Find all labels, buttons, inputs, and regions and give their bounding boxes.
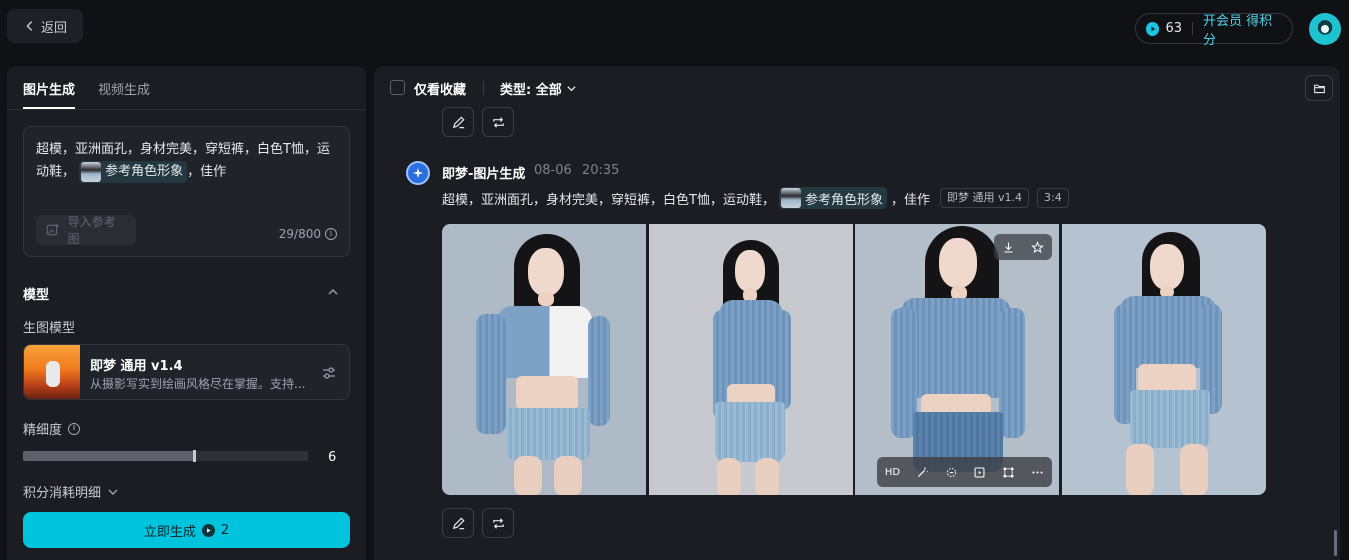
- edit-button[interactable]: [442, 107, 474, 137]
- generation-time: 20:35: [581, 163, 620, 178]
- active-tab-indicator: [23, 107, 75, 109]
- divider: [483, 81, 484, 95]
- repeat-icon: [492, 116, 504, 128]
- import-reference-button[interactable]: 导入参考图: [36, 215, 136, 246]
- regenerate-button[interactable]: [482, 107, 514, 137]
- slider-fill: [23, 451, 194, 461]
- prompt-text-after: ，佳作: [187, 164, 227, 180]
- chevron-down-icon: [567, 86, 576, 92]
- results-panel: 仅看收藏 类型: 全部 即梦-图片生成 08-06 20:35 超模，亚洲面孔，…: [374, 66, 1340, 560]
- tab-bar: 图片生成 视频生成: [7, 66, 366, 110]
- divider: [1192, 22, 1193, 35]
- generation-title: 即梦-图片生成: [442, 167, 526, 182]
- reference-chip-label: 参考角色形象: [105, 164, 184, 179]
- import-reference-label: 导入参考图: [67, 215, 116, 246]
- folder-icon: [1313, 84, 1325, 93]
- generated-image-2[interactable]: [649, 224, 853, 495]
- credit-coin-icon: [201, 523, 215, 537]
- magic-wand-icon[interactable]: [916, 466, 929, 479]
- tab-video-generation[interactable]: 视频生成: [98, 79, 150, 98]
- expand-image-icon[interactable]: [973, 466, 986, 479]
- pencil-icon: [452, 115, 465, 128]
- model-section-title: 模型: [23, 288, 50, 303]
- eraser-icon[interactable]: [945, 466, 958, 479]
- sliders-icon[interactable]: [321, 365, 337, 381]
- crop-icon[interactable]: [1002, 466, 1015, 479]
- credit-coin-icon: [1146, 21, 1160, 36]
- image-toolbar: HD: [877, 457, 1052, 487]
- back-button[interactable]: 返回: [7, 9, 83, 43]
- generate-cost: 2: [220, 522, 230, 538]
- edit-button[interactable]: [442, 508, 474, 538]
- image-add-icon: [46, 224, 59, 236]
- star-icon[interactable]: [1031, 240, 1044, 254]
- reference-chip[interactable]: 参考角色形象: [79, 161, 188, 183]
- generate-label: 立即生成: [143, 524, 196, 540]
- detail-slider[interactable]: [23, 450, 308, 462]
- generated-image-3[interactable]: HD: [855, 224, 1059, 495]
- info-icon[interactable]: i: [325, 228, 337, 240]
- hd-button[interactable]: HD: [885, 467, 900, 478]
- generated-image-1[interactable]: [442, 224, 646, 495]
- generated-image-4[interactable]: [1062, 224, 1266, 495]
- chevron-down-icon: [108, 489, 118, 495]
- type-filter-dropdown[interactable]: 类型: 全部: [500, 79, 577, 98]
- char-count: 29/800: [278, 227, 321, 241]
- chevron-left-icon: [26, 21, 33, 31]
- prompt-input[interactable]: 超模，亚洲面孔，身材完美，穿短裤，白色T恤，运动鞋， 参考角色形象 ，佳作 导入参…: [23, 126, 350, 257]
- detail-label: 精细度 i: [23, 419, 81, 438]
- favorites-checkbox[interactable]: [390, 80, 405, 95]
- info-icon[interactable]: i: [68, 422, 81, 435]
- model-tag: 即梦 通用 v1.4: [939, 188, 1029, 208]
- model-name: 即梦 通用 v1.4: [90, 359, 183, 374]
- scrollbar[interactable]: [1334, 530, 1337, 556]
- model-selector[interactable]: 即梦 通用 v1.4 从摄影写实到绘画风格尽在掌握。支持...: [23, 344, 350, 400]
- vip-link[interactable]: 开会员 得积分: [1203, 10, 1282, 48]
- generate-button[interactable]: 立即生成 2: [23, 512, 350, 548]
- generation-prompt-after: ，佳作: [890, 192, 930, 208]
- cost-detail-toggle[interactable]: 积分消耗明细: [23, 482, 119, 501]
- type-filter-label: 类型: 全部: [500, 83, 562, 98]
- chevron-up-icon[interactable]: [327, 286, 339, 298]
- reference-chip[interactable]: 参考角色形象: [778, 187, 887, 209]
- generation-prompt-before: 超模，亚洲面孔，身材完美，穿短裤，白色T恤，运动鞋，: [442, 192, 775, 208]
- model-description: 从摄影写实到绘画风格尽在掌握。支持...: [90, 377, 306, 391]
- dreamina-logo-icon: [406, 161, 430, 185]
- detail-value: 6: [328, 450, 337, 465]
- filter-bar: 仅看收藏 类型: 全部: [374, 66, 1340, 110]
- back-label: 返回: [40, 20, 67, 36]
- image-quick-actions: [994, 234, 1052, 260]
- repeat-icon: [492, 517, 504, 529]
- slider-handle[interactable]: [193, 450, 196, 462]
- prompt-text[interactable]: 超模，亚洲面孔，身材完美，穿短裤，白色T恤，运动鞋， 参考角色形象 ，佳作: [36, 139, 338, 184]
- generation-prompt: 超模，亚洲面孔，身材完美，穿短裤，白色T恤，运动鞋， 参考角色形象 ，佳作 即梦…: [442, 186, 1069, 210]
- tab-image-generation[interactable]: 图片生成: [23, 79, 75, 98]
- user-avatar[interactable]: [1309, 13, 1341, 45]
- ratio-tag: 3:4: [1036, 188, 1069, 208]
- credits-widget[interactable]: 63 开会员 得积分: [1135, 13, 1293, 48]
- regenerate-button[interactable]: [482, 508, 514, 538]
- favorites-label[interactable]: 仅看收藏: [414, 79, 466, 98]
- pencil-icon: [452, 516, 465, 529]
- folder-button[interactable]: [1305, 75, 1333, 101]
- char-counter: 29/800 i: [279, 227, 337, 241]
- reference-thumbnail: [81, 162, 102, 182]
- cost-label: 积分消耗明细: [23, 486, 102, 501]
- generation-date: 08-06: [534, 163, 572, 178]
- download-icon[interactable]: [1002, 241, 1015, 254]
- reference-chip-label: 参考角色形象: [804, 192, 883, 208]
- model-thumbnail: [24, 345, 80, 399]
- top-bar: 返回 63 开会员 得积分: [0, 0, 1349, 56]
- more-icon[interactable]: [1031, 466, 1044, 479]
- model-sub-label: 生图模型: [23, 321, 76, 336]
- generation-timestamp: 08-06 20:35: [534, 163, 619, 178]
- reference-thumbnail: [780, 188, 801, 208]
- left-panel: 图片生成 视频生成 超模，亚洲面孔，身材完美，穿短裤，白色T恤，运动鞋， 参考角…: [7, 66, 366, 560]
- detail-label-text: 精细度: [23, 423, 63, 438]
- credit-count: 63: [1165, 21, 1183, 36]
